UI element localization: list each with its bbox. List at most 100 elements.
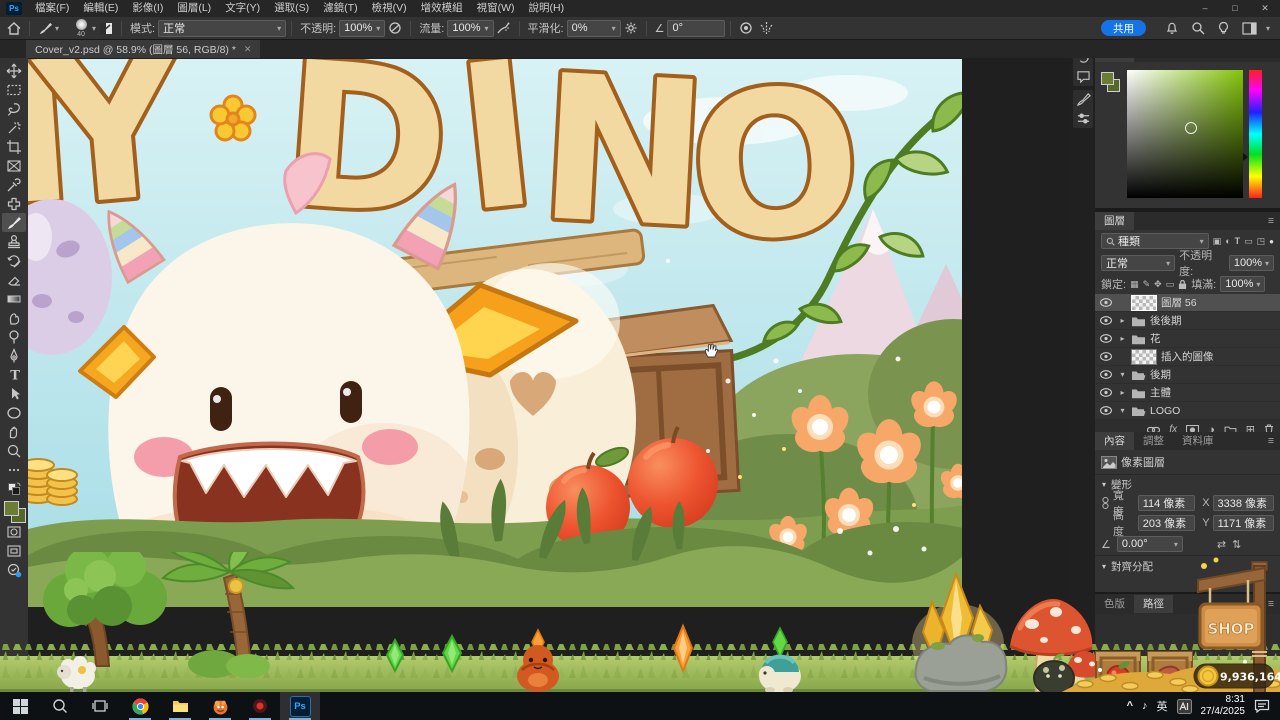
group-expander-icon[interactable]: ▾ — [1118, 406, 1127, 415]
hand-tool[interactable] — [2, 422, 26, 441]
pressure-opacity-icon[interactable] — [385, 19, 405, 37]
default-swap-colors-icon[interactable] — [2, 479, 26, 498]
flow-field[interactable]: 100% ▾ — [447, 20, 493, 37]
brush-preset-picker[interactable]: 40 — [70, 19, 92, 38]
rotate-angle-field[interactable]: 0.00°▾ — [1117, 536, 1183, 552]
close-tab-icon[interactable]: ✕ — [244, 44, 252, 55]
layer-row[interactable]: ▾ 後期 — [1095, 366, 1280, 384]
filter-pin-icon[interactable]: ● — [1269, 237, 1274, 246]
gradient-tool[interactable] — [2, 289, 26, 308]
layer-fill-field[interactable]: 100%▾ — [1220, 276, 1265, 292]
flip-horizontal-icon[interactable]: ⇄ — [1217, 538, 1226, 551]
smoothing-field[interactable]: 0% ▾ — [567, 20, 621, 37]
task-view-icon[interactable] — [80, 692, 120, 720]
brush-tool[interactable] — [2, 213, 26, 232]
menu-edit[interactable]: 編輯(E) — [76, 0, 125, 17]
smudge-tool[interactable] — [2, 308, 26, 327]
chrome-icon[interactable] — [120, 692, 160, 720]
lock-position-icon[interactable]: ✥ — [1154, 279, 1162, 290]
tray-audio-app-icon[interactable]: ♪ — [1142, 700, 1148, 712]
restore-button[interactable]: □ — [1220, 0, 1250, 17]
pen-tool[interactable] — [2, 346, 26, 365]
visibility-eye-icon[interactable] — [1098, 370, 1114, 379]
layer-row[interactable]: ▾ LOGO — [1095, 402, 1280, 420]
menu-select[interactable]: 選取(S) — [267, 0, 316, 17]
layer-thumbnail[interactable] — [1131, 295, 1157, 311]
comments-panel-icon[interactable] — [1073, 67, 1093, 86]
paint-symmetry-icon[interactable] — [756, 19, 776, 37]
start-button[interactable] — [0, 692, 40, 720]
taskbar-clock[interactable]: 8:31 27/4/2025 — [1201, 694, 1246, 719]
photoshop-taskbar-icon[interactable]: Ps — [280, 692, 320, 720]
link-dimensions-icon[interactable] — [1101, 496, 1110, 510]
chevron-down-icon[interactable]: ▾ — [1266, 24, 1270, 33]
brush-angle-field[interactable]: 0° — [667, 20, 725, 37]
menu-type[interactable]: 文字(Y) — [218, 0, 267, 17]
filter-shape-icon[interactable]: ▭ — [1244, 236, 1253, 247]
path-select-tool[interactable] — [2, 384, 26, 403]
layer-row[interactable]: ▸ 主體 — [1095, 384, 1280, 402]
color-panel-swatches[interactable] — [1101, 72, 1121, 92]
tab-layers[interactable]: 圖層 — [1095, 212, 1134, 230]
group-expander-icon[interactable]: ▸ — [1118, 334, 1127, 343]
saturation-brightness-picker[interactable] — [1127, 70, 1243, 198]
visibility-eye-icon[interactable] — [1098, 388, 1114, 397]
dodge-tool[interactable] — [2, 327, 26, 346]
menu-plugins[interactable]: 增效模組 — [414, 0, 470, 17]
menu-help[interactable]: 說明(H) — [522, 0, 572, 17]
game-crystal-rock[interactable] — [912, 574, 1006, 691]
filter-adjustment-icon[interactable]: ◐ — [1225, 236, 1230, 246]
chevron-down-icon[interactable]: ▾ — [55, 24, 59, 33]
hue-slider[interactable] — [1249, 70, 1262, 198]
dino-game-icon[interactable] — [200, 692, 240, 720]
quick-mask-icon[interactable] — [2, 522, 26, 541]
airbrush-icon[interactable] — [494, 19, 514, 37]
layer-row[interactable]: ▸ 花 — [1095, 330, 1280, 348]
foreground-color-swatch[interactable] — [4, 501, 19, 516]
visibility-eye-icon[interactable] — [1098, 406, 1114, 415]
clone-stamp-tool[interactable] — [2, 232, 26, 251]
foreground-background-swatches[interactable] — [3, 500, 25, 522]
search-icon[interactable] — [1188, 19, 1208, 37]
menu-window[interactable]: 視窗(W) — [470, 0, 522, 17]
move-tool[interactable] — [2, 61, 26, 80]
menu-layer[interactable]: 圖層(L) — [170, 0, 218, 17]
game-creature-orange[interactable] — [517, 630, 559, 692]
tab-libraries[interactable]: 資料庫 — [1173, 432, 1223, 450]
edit-toolbar-dots-icon[interactable] — [2, 460, 26, 479]
pressure-size-icon[interactable] — [736, 19, 756, 37]
tab-adjustments[interactable]: 調整 — [1134, 432, 1173, 450]
taskbar-search-icon[interactable] — [40, 692, 80, 720]
workspace-switcher-icon[interactable] — [1240, 19, 1260, 37]
ime-mode-icon[interactable] — [1177, 699, 1192, 714]
canvas-artwork[interactable]: M Y D I N O — [28, 59, 962, 607]
layer-opacity-field[interactable]: 100%▾ — [1229, 255, 1274, 271]
notifications-bell-icon[interactable] — [1162, 19, 1182, 37]
blend-mode-select[interactable]: 正常 ▾ — [158, 20, 286, 37]
panel-menu-icon[interactable]: ≡ — [1268, 215, 1280, 227]
eyedropper-tool[interactable] — [2, 175, 26, 194]
minimize-button[interactable]: – — [1190, 0, 1220, 17]
crop-tool[interactable] — [2, 137, 26, 156]
zoom-tool[interactable] — [2, 441, 26, 460]
frame-tool[interactable] — [2, 156, 26, 175]
home-icon[interactable] — [4, 19, 24, 37]
lock-transparent-icon[interactable]: ▦ — [1130, 279, 1139, 290]
visibility-eye-icon[interactable] — [1098, 298, 1114, 307]
action-center-icon[interactable] — [1254, 699, 1270, 713]
section-expander-icon[interactable]: ▾ — [1102, 480, 1106, 489]
layer-row[interactable]: ▸ 後後期 — [1095, 312, 1280, 330]
flip-vertical-icon[interactable]: ⇅ — [1232, 538, 1241, 551]
opacity-field[interactable]: 100% ▾ — [339, 20, 385, 37]
brush-tool-preset-icon[interactable] — [35, 19, 55, 37]
filter-smart-object-icon[interactable]: ◳ — [1257, 236, 1266, 247]
x-field[interactable]: 3338 像素 — [1213, 495, 1274, 511]
game-window-strip[interactable]: SHOP 9,936,164 — [0, 552, 1280, 692]
close-button[interactable]: ✕ — [1250, 0, 1280, 17]
menu-view[interactable]: 檢視(V) — [365, 0, 414, 17]
height-field[interactable]: 203 像素 — [1138, 515, 1195, 531]
filter-type-icon[interactable]: T — [1235, 236, 1241, 246]
screen-record-icon[interactable] — [240, 692, 280, 720]
group-expander-icon[interactable]: ▸ — [1118, 316, 1127, 325]
type-tool[interactable]: T — [2, 365, 26, 384]
